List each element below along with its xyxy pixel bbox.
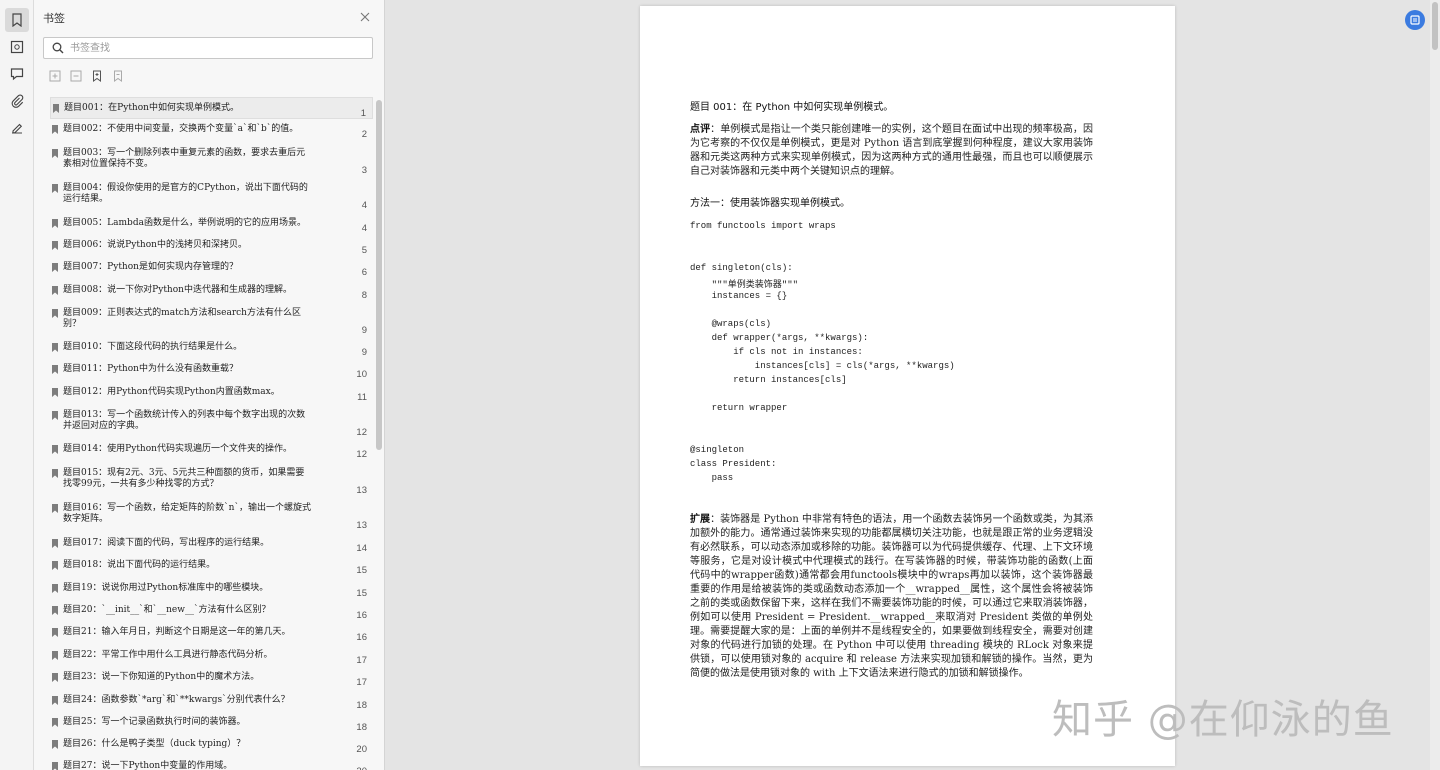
list-item[interactable]: 题目23：说一下你知道的Python中的魔术方法。 17 — [50, 669, 373, 691]
list-item[interactable]: 题目007：Python是如何实现内存管理的？ 6 — [50, 259, 373, 281]
bookmark-icon — [52, 445, 58, 454]
bookmark-icon — [52, 673, 58, 682]
list-item[interactable]: 题目015：现有2元、3元、5元共三种面额的货币，如果需要找零99元，一共有多少… — [50, 465, 373, 500]
collapse-all-icon[interactable] — [69, 69, 83, 83]
list-item[interactable]: 题目22：平常工作中用什么工具进行静态代码分析。 17 — [50, 647, 373, 669]
bookmark-icon — [52, 740, 58, 749]
document-page: 题目 001：在 Python 中如何实现单例模式。 点评：单例模式是指让一个类… — [640, 6, 1175, 766]
code-line: def wrapper(*args, **kwargs): — [690, 333, 869, 343]
list-item[interactable]: 题目26：什么是鸭子类型（duck typing）？ 20 — [50, 736, 373, 758]
code-line: @singleton — [690, 445, 745, 455]
code-line: from functools import wraps — [690, 221, 836, 231]
code-line: def singleton(cls): — [690, 263, 793, 273]
bookmark-icon — [52, 411, 58, 420]
signature-panel-icon[interactable] — [5, 116, 29, 140]
list-item[interactable]: 题目014：使用Python代码实现遍历一个文件夹的操作。 12 — [50, 441, 373, 463]
list-item[interactable]: 题目009：正则表达式的match方法和search方法有什么区别？ 9 — [50, 305, 373, 339]
list-item[interactable]: 题目25：写一个记录函数执行时间的装饰器。 18 — [50, 714, 373, 736]
bookmark-icon — [52, 263, 58, 272]
list-item[interactable]: 题目012：用Python代码实现Python内置函数max。 11 — [50, 384, 373, 406]
code-line: instances[cls] = cls(*args, **kwargs) — [690, 361, 955, 371]
bookmark-icon — [52, 606, 58, 615]
bookmark-icon — [52, 309, 58, 318]
bookmark-panel: 书签 题目001：在Python中如何实现单例模式。 1 题目002：不使用中间… — [34, 0, 385, 770]
list-item[interactable]: 题目017：阅读下面的代码，写出程序的运行结果。 14 — [50, 535, 373, 557]
list-item[interactable]: 题目004：假设你使用的是官方的CPython，说出下面代码的运行结果。 4 — [50, 180, 373, 215]
code-line: return wrapper — [690, 403, 788, 413]
list-item[interactable]: 题目013：写一个函数统计传入的列表中每个数字出现的次数并返回对应的字典。 12 — [50, 407, 373, 441]
attachment-panel-icon[interactable] — [5, 89, 29, 113]
comment-panel-icon[interactable] — [5, 62, 29, 86]
list-item[interactable]: 题目006：说说Python中的浅拷贝和深拷贝。 5 — [50, 237, 373, 259]
code-line: if cls not in instances: — [690, 347, 863, 357]
add-bookmark-icon[interactable] — [90, 69, 104, 83]
bookmark-icon — [52, 469, 58, 478]
expand-all-icon[interactable] — [48, 69, 62, 83]
bookmark-icon — [52, 365, 58, 374]
bookmark-icon — [52, 561, 58, 570]
scroll-thumb[interactable] — [1432, 2, 1438, 50]
list-item[interactable]: 题目011：Python中为什么没有函数重载？ 10 — [50, 361, 373, 383]
bookmark-icon — [52, 651, 58, 660]
list-item[interactable]: 题目27：说一下Python中变量的作用域。 20 — [50, 758, 373, 770]
bookmark-icon — [52, 149, 58, 158]
panel-title: 书签 — [43, 12, 65, 25]
bookmark-icon — [52, 504, 58, 513]
bookmark-icon — [53, 104, 59, 113]
code-line: @wraps(cls) — [690, 319, 772, 329]
bookmark-icon — [52, 718, 58, 727]
list-item[interactable]: 题目005：Lambda函数是什么，举例说明的它的应用场景。 4 — [50, 215, 373, 237]
list-item[interactable]: 题目20：`__init__`和`__new__`方法有什么区别？ 16 — [50, 602, 373, 624]
list-item[interactable]: 题目018：说出下面代码的运行结果。 15 — [50, 557, 373, 579]
code-line: instances = {} — [690, 291, 788, 301]
code-line: class President: — [690, 459, 777, 469]
list-item[interactable]: 题目003：写一个删除列表中重复元素的函数，要求去重后元素相对位置保持不变。 3 — [50, 145, 373, 180]
bookmark-icon — [52, 125, 58, 134]
list-item[interactable]: 题目008：说一下你对Python中迭代器和生成器的理解。 8 — [50, 282, 373, 304]
bookmark-icon — [52, 219, 58, 228]
list-item[interactable]: 题目21：输入年月日，判断这个日期是这一年的第几天。 16 — [50, 624, 373, 646]
app-menu-icon[interactable] — [1405, 10, 1425, 30]
bookmark-icon — [52, 388, 58, 397]
bookmark-list: 题目001：在Python中如何实现单例模式。 1 题目002：不使用中间变量，… — [50, 96, 373, 770]
bookmark-icon — [52, 241, 58, 250]
bookmark-search[interactable] — [43, 37, 373, 59]
code-line: """单例类装饰器""" — [690, 280, 799, 290]
close-icon[interactable] — [357, 9, 373, 25]
comment-paragraph: 点评：单例模式是指让一个类只能创建唯一的实例，这个题目在面试中出现的频率极高，因… — [690, 124, 1094, 177]
icon-rail — [0, 0, 34, 770]
thumbnail-panel-icon[interactable] — [5, 35, 29, 59]
search-icon — [52, 42, 64, 54]
bookmark-icon — [52, 343, 58, 352]
bookmark-icon — [52, 696, 58, 705]
bookmark-icon — [52, 286, 58, 295]
method-heading: 方法一：使用装饰器实现单例模式。 — [690, 198, 850, 209]
document-scrollbar[interactable] — [1430, 0, 1440, 770]
extension-paragraph: 扩展：装饰器是 Python 中非常有特色的语法，用一个函数去装饰另一个函数或类… — [690, 514, 1094, 679]
bookmark-icon — [52, 762, 58, 770]
code-line: return instances[cls] — [690, 375, 847, 385]
bookmark-panel-icon[interactable] — [5, 8, 29, 32]
bookmark-icon — [52, 584, 58, 593]
bookmark-icon — [52, 184, 58, 193]
bookmark-icon — [52, 628, 58, 637]
question-heading: 题目 001：在 Python 中如何实现单例模式。 — [690, 102, 894, 113]
list-item[interactable]: 题目002：不使用中间变量，交换两个变量`a`和`b`的值。 2 — [50, 121, 373, 143]
delete-bookmark-icon[interactable] — [111, 69, 125, 83]
list-item[interactable]: 题目010：下面这段代码的执行结果是什么。 9 — [50, 339, 373, 361]
bookmark-scrollbar[interactable] — [376, 100, 382, 450]
list-item[interactable]: 题目001：在Python中如何实现单例模式。 1 — [50, 97, 373, 119]
bookmark-icon — [52, 539, 58, 548]
watermark: 知乎 @在仰泳的鱼 — [1052, 697, 1394, 743]
list-item[interactable]: 题目24：函数参数`*arg`和`**kwargs`分别代表什么？ 18 — [50, 692, 373, 714]
list-item[interactable]: 题目016：写一个函数，给定矩阵的阶数`n`，输出一个螺旋式数字矩阵。 13 — [50, 500, 373, 535]
list-item[interactable]: 题目19：说说你用过Python标准库中的哪些模块。 15 — [50, 580, 373, 602]
bookmark-search-input[interactable] — [70, 40, 360, 56]
code-line: pass — [690, 473, 734, 483]
